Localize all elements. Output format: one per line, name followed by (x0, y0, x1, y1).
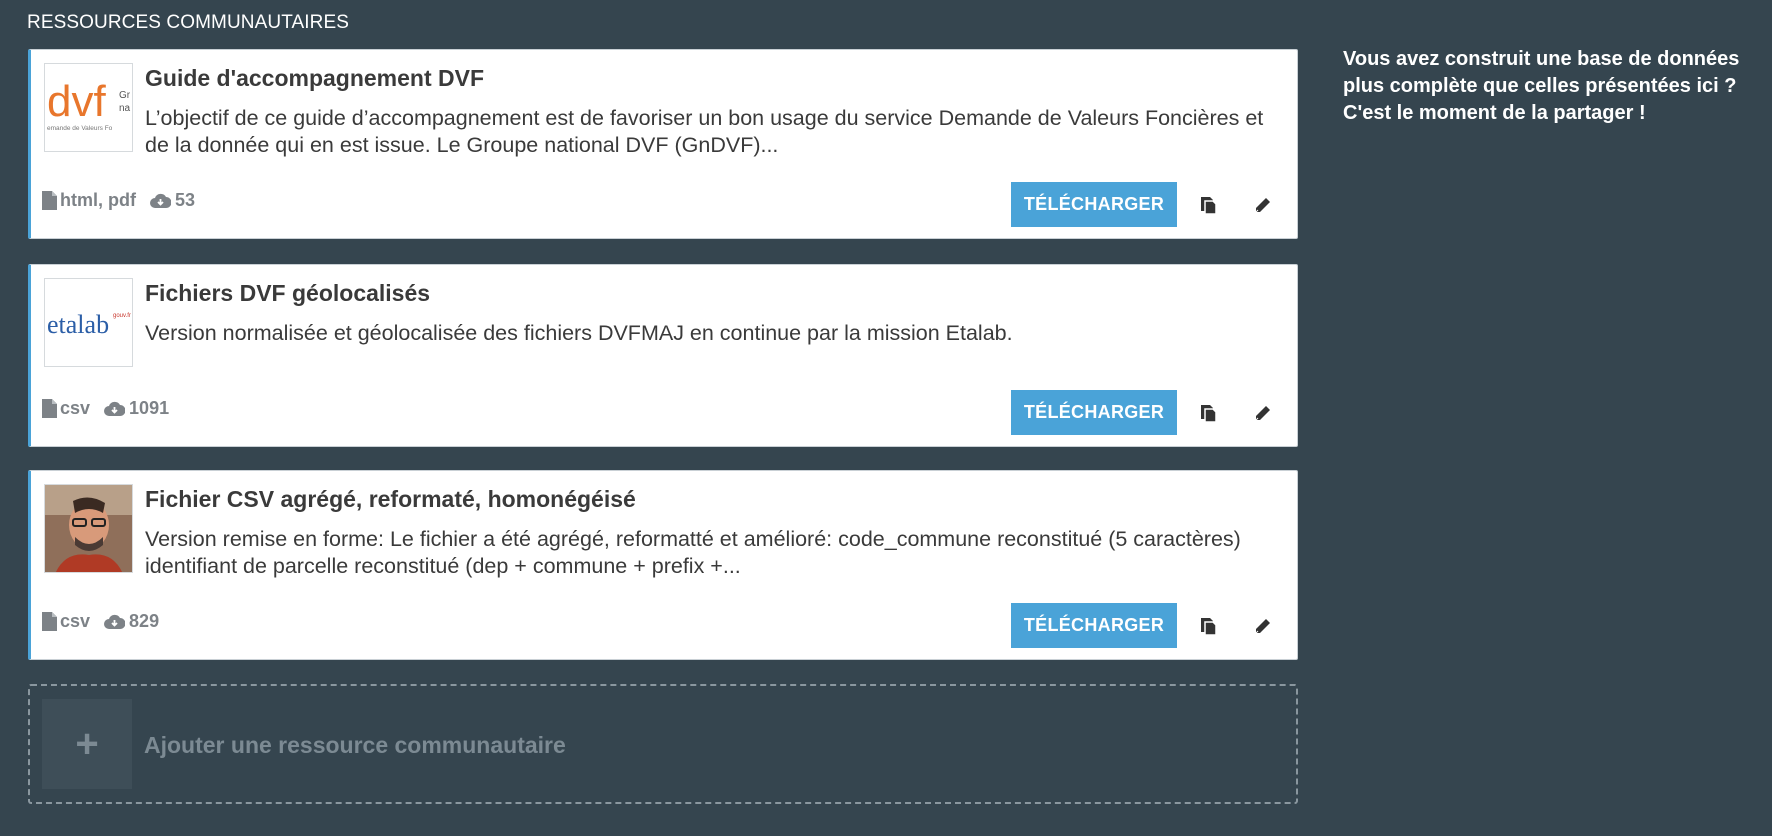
resource-description: Version normalisée et géolocalisée des f… (145, 321, 1013, 345)
copy-icon (1201, 404, 1217, 423)
resource-logo-etalab: etalab gouv.fr (44, 278, 133, 367)
resource-formats: csv (60, 398, 91, 418)
copy-link-button[interactable] (1189, 390, 1229, 435)
resource-download-count: 829 (129, 611, 160, 631)
resource-logo-dvf: dvf Gr na emande de Valeurs Fo (44, 63, 133, 152)
resource-meta: html, pdf 53 (42, 190, 195, 211)
add-community-resource[interactable]: + Ajouter une ressource communautaire (28, 684, 1298, 804)
copy-icon (1201, 196, 1217, 215)
svg-text:emande de Valeurs Fo: emande de Valeurs Fo (47, 125, 113, 132)
pencil-icon (1255, 197, 1270, 212)
cloud-download-icon (104, 401, 126, 417)
resource-download-count: 53 (174, 190, 196, 210)
download-button[interactable]: TÉLÉCHARGER (1011, 390, 1177, 435)
resource-card[interactable]: dvf Gr na emande de Valeurs Fo Guide d'a… (28, 49, 1298, 239)
edit-button[interactable] (1243, 390, 1283, 435)
resource-title[interactable]: Fichiers DVF géolocalisés (145, 280, 1277, 307)
copy-link-button[interactable] (1189, 603, 1229, 648)
resource-description: L’objectif de ce guide d’accompagnement … (145, 106, 1264, 157)
cloud-download-icon (104, 614, 126, 630)
resource-card[interactable]: etalab gouv.fr Fichiers DVF géolocalisés… (28, 264, 1298, 447)
download-button[interactable]: TÉLÉCHARGER (1011, 603, 1177, 648)
resource-description: Version remise en forme: Le fichier a ét… (145, 527, 1241, 578)
copy-icon (1201, 617, 1217, 636)
edit-button[interactable] (1243, 603, 1283, 648)
pencil-icon (1255, 405, 1270, 420)
download-button[interactable]: TÉLÉCHARGER (1011, 182, 1177, 227)
file-icon (42, 612, 57, 631)
add-resource-label: Ajouter une ressource communautaire (144, 732, 566, 758)
pencil-icon (1255, 618, 1270, 633)
resource-title[interactable]: Fichier CSV agrégé, reformaté, homonégéi… (145, 486, 1277, 513)
svg-text:na: na (119, 103, 131, 114)
file-icon (42, 191, 57, 210)
page: RESSOURCES COMMUNAUTAIRES dvf Gr na eman… (0, 0, 1772, 836)
edit-button[interactable] (1243, 182, 1283, 227)
resource-title[interactable]: Guide d'accompagnement DVF (145, 65, 1277, 92)
resource-download-count: 1091 (129, 398, 170, 418)
file-icon (42, 399, 57, 418)
svg-text:gouv.fr: gouv.fr (113, 313, 131, 319)
copy-link-button[interactable] (1189, 182, 1229, 227)
resource-meta: csv 1091 (42, 398, 169, 419)
logo-etalab-text: etalab (47, 310, 109, 339)
svg-text:Gr: Gr (119, 90, 131, 101)
plus-icon: + (42, 699, 132, 789)
resource-meta: csv 829 (42, 611, 159, 632)
cloud-download-icon (150, 193, 171, 209)
logo-dvf-text: dvf (47, 77, 106, 126)
resource-card[interactable]: Fichier CSV agrégé, reformaté, homonégéi… (28, 470, 1298, 660)
resource-formats: csv (60, 611, 91, 631)
resource-formats: html, pdf (60, 190, 136, 210)
section-title: RESSOURCES COMMUNAUTAIRES (27, 12, 350, 33)
resource-avatar (44, 484, 133, 573)
share-invitation-text: Vous avez construit une base de données … (1343, 48, 1740, 124)
